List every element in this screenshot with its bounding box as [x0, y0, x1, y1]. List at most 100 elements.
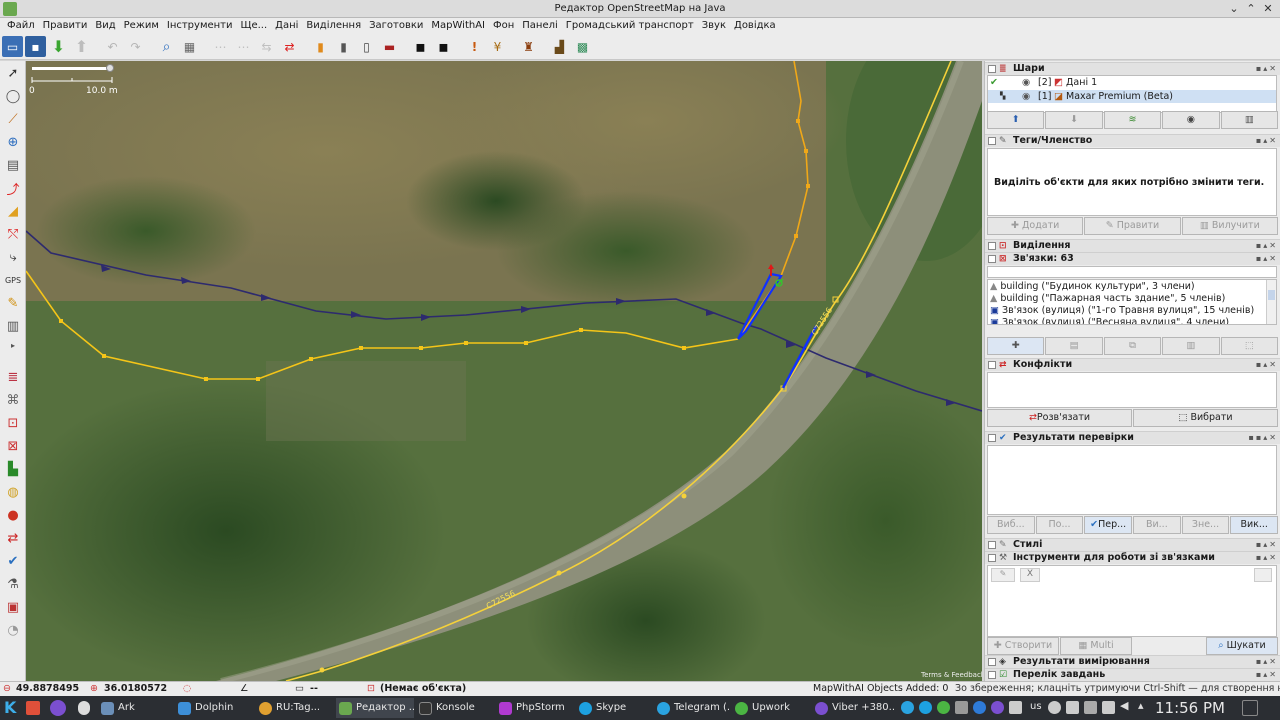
lasso-mode-icon[interactable]: ◯: [2, 85, 24, 107]
mapwithai-icon[interactable]: ▩: [572, 36, 593, 57]
panel-controls-icon[interactable]: ▪▴✕: [1256, 669, 1278, 681]
map-view[interactable]: С72556 С72556 0 10.0 m Terms & Feedback: [26, 61, 982, 681]
reverse-way-icon[interactable]: ⇆: [256, 36, 277, 57]
tags-panel-header[interactable]: ✎ Теги/Членство ▪▴✕: [985, 134, 1280, 147]
relations-panel-icon[interactable]: ⊠: [2, 435, 24, 457]
collapse-icon[interactable]: [988, 361, 996, 369]
conflicts-panel-header[interactable]: ⇄ Конфлікти ▪▴✕: [985, 358, 1280, 371]
menu-imagery[interactable]: Фон: [489, 18, 518, 34]
filter-panel-icon[interactable]: ⚗: [2, 573, 24, 595]
show-desktop-icon[interactable]: [1242, 700, 1258, 716]
building-preset-icon[interactable]: ▬: [379, 36, 400, 57]
task-ark[interactable]: Ark: [98, 698, 173, 718]
clock[interactable]: 11:56 PM: [1155, 698, 1225, 718]
viber-tray-icon[interactable]: [991, 701, 1004, 714]
validation-ignore-button[interactable]: Зне...: [1181, 516, 1230, 534]
task-konsole[interactable]: Konsole: [416, 698, 494, 718]
resolve-button[interactable]: ⇄Розв'язати: [987, 409, 1132, 427]
panel-controls-icon[interactable]: ▪▴✕: [1256, 63, 1278, 75]
collapse-icon[interactable]: [988, 671, 996, 679]
validation-select-button[interactable]: Виб...: [987, 516, 1035, 534]
panel-controls-icon[interactable]: ▪▴✕: [1256, 539, 1278, 551]
task-dolphin[interactable]: Dolphin: [175, 698, 253, 718]
scrollbar[interactable]: [1266, 280, 1276, 324]
drag-handle-icon[interactable]: ▚: [1000, 90, 1005, 103]
add-tag-button[interactable]: ✚ Додати: [987, 217, 1084, 235]
task-skype[interactable]: Skype: [576, 698, 652, 718]
collapse-icon[interactable]: [988, 554, 996, 562]
car-icon[interactable]: ◼: [410, 36, 431, 57]
relations-filter-input[interactable]: [987, 266, 1277, 278]
telegram-tray-icon[interactable]: [901, 701, 914, 714]
delete-layer-icon[interactable]: ▥: [1220, 111, 1279, 129]
collapse-icon[interactable]: [988, 137, 996, 145]
menu-edit[interactable]: Правити: [39, 18, 92, 34]
task-upwork[interactable]: Upwork: [732, 698, 810, 718]
select-button[interactable]: ⬚ Вибрати: [1133, 409, 1278, 427]
simplify-way-icon[interactable]: ⇄: [279, 36, 300, 57]
notes-panel-icon[interactable]: ◔: [2, 619, 24, 641]
close-icon[interactable]: ✕: [1260, 1, 1276, 17]
collapse-icon[interactable]: [988, 65, 996, 73]
menu-tools[interactable]: Інструменти: [163, 18, 237, 34]
attribution-link[interactable]: Terms & Feedback: [920, 671, 982, 679]
clipboard-tray-icon[interactable]: [955, 701, 968, 714]
viber-pinned-icon[interactable]: [50, 700, 66, 716]
bluetooth-tray-icon[interactable]: [973, 701, 986, 714]
save-icon[interactable]: ▪: [25, 36, 46, 57]
road-preset-icon[interactable]: ▮: [310, 36, 331, 57]
select-members-icon[interactable]: ⬚: [1220, 337, 1279, 355]
create-relation-button[interactable]: ✚ Створити: [987, 637, 1059, 655]
collapse-icon[interactable]: [988, 242, 996, 250]
changesets-panel-icon[interactable]: ●: [2, 504, 24, 526]
split-way-icon[interactable]: ⋯: [210, 36, 231, 57]
task-josm[interactable]: Редактор ...: [336, 698, 414, 718]
layer-row[interactable]: ▚ ◉ [1] ◪ Maxar Premium (Beta): [988, 90, 1276, 103]
menu-presets[interactable]: Заготовки: [365, 18, 427, 34]
menu-selection[interactable]: Виділення: [302, 18, 365, 34]
castle-icon[interactable]: ♜: [518, 36, 539, 57]
validation-zoom-button[interactable]: По...: [1035, 516, 1084, 534]
panel-controls-icon[interactable]: ▪▴✕: [1256, 552, 1278, 564]
validation-more-button[interactable]: Вик...: [1230, 516, 1279, 534]
task-browser[interactable]: RU:Tag...: [256, 698, 336, 718]
improve-way-icon[interactable]: ⤴: [2, 177, 24, 199]
minimize-icon[interactable]: ⌄: [1226, 1, 1242, 17]
zoom-search-icon[interactable]: ⌕: [156, 36, 177, 57]
skype-tray-icon[interactable]: [919, 701, 932, 714]
menu-panels[interactable]: Панелі: [518, 18, 562, 34]
validation-panel-header[interactable]: ✔ Результати перевірки ▪▪▴✕: [985, 431, 1280, 444]
tags-panel-icon[interactable]: ⌘: [2, 389, 24, 411]
menu-mode[interactable]: Режим: [120, 18, 163, 34]
collapse-icon[interactable]: [988, 658, 996, 666]
pinned-app-icon[interactable]: [78, 701, 90, 715]
preferences-icon[interactable]: ▦: [179, 36, 200, 57]
maximize-icon[interactable]: ⌃: [1243, 1, 1259, 17]
add-relation-icon[interactable]: ✚: [987, 337, 1045, 355]
menu-help[interactable]: Довідка: [730, 18, 780, 34]
panel-controls-icon[interactable]: ▪▴✕: [1256, 656, 1278, 668]
menu-audio[interactable]: Звук: [698, 18, 730, 34]
task-viber[interactable]: Viber +380...: [812, 698, 896, 718]
collapse-icon[interactable]: [988, 255, 996, 263]
panel-controls-icon[interactable]: ▪▴✕: [1256, 253, 1278, 265]
merge-layer-icon[interactable]: ≋: [1103, 111, 1162, 129]
list-item[interactable]: ▲ building ("Пажарная часть здание", 5 ч…: [990, 293, 1265, 305]
bus-icon[interactable]: ◼: [433, 36, 454, 57]
paste-icon[interactable]: ⤷: [2, 246, 24, 268]
move-up-icon[interactable]: ⬆: [987, 111, 1045, 129]
commands-panel-icon[interactable]: ◍: [2, 481, 24, 503]
visibility-eye-icon[interactable]: ◉: [1022, 90, 1030, 103]
menu-more[interactable]: Ще...: [237, 18, 272, 34]
reltools-settings-icon[interactable]: [1254, 568, 1272, 582]
relations-panel-header[interactable]: ⊠ Зв'язки: 63 ▪▴✕: [985, 252, 1280, 265]
list-item[interactable]: ▲ building ("Будинок культури", 3 члени): [990, 281, 1265, 293]
todo-panel-header[interactable]: ☑ Перелік завдань ▪▴✕: [985, 668, 1280, 681]
delete-mode-icon[interactable]: ▤: [2, 154, 24, 176]
kde-launcher-icon[interactable]: K: [4, 699, 20, 717]
map-canvas[interactable]: С72556 С72556 0 10.0 m Terms & Feedback: [26, 61, 982, 681]
validation-validate-button[interactable]: ✔Пер...: [1084, 516, 1133, 534]
menu-file[interactable]: Файл: [3, 18, 39, 34]
search-button[interactable]: ⌕ Шукати: [1206, 637, 1278, 655]
todo-panel-icon[interactable]: ▣: [2, 596, 24, 618]
